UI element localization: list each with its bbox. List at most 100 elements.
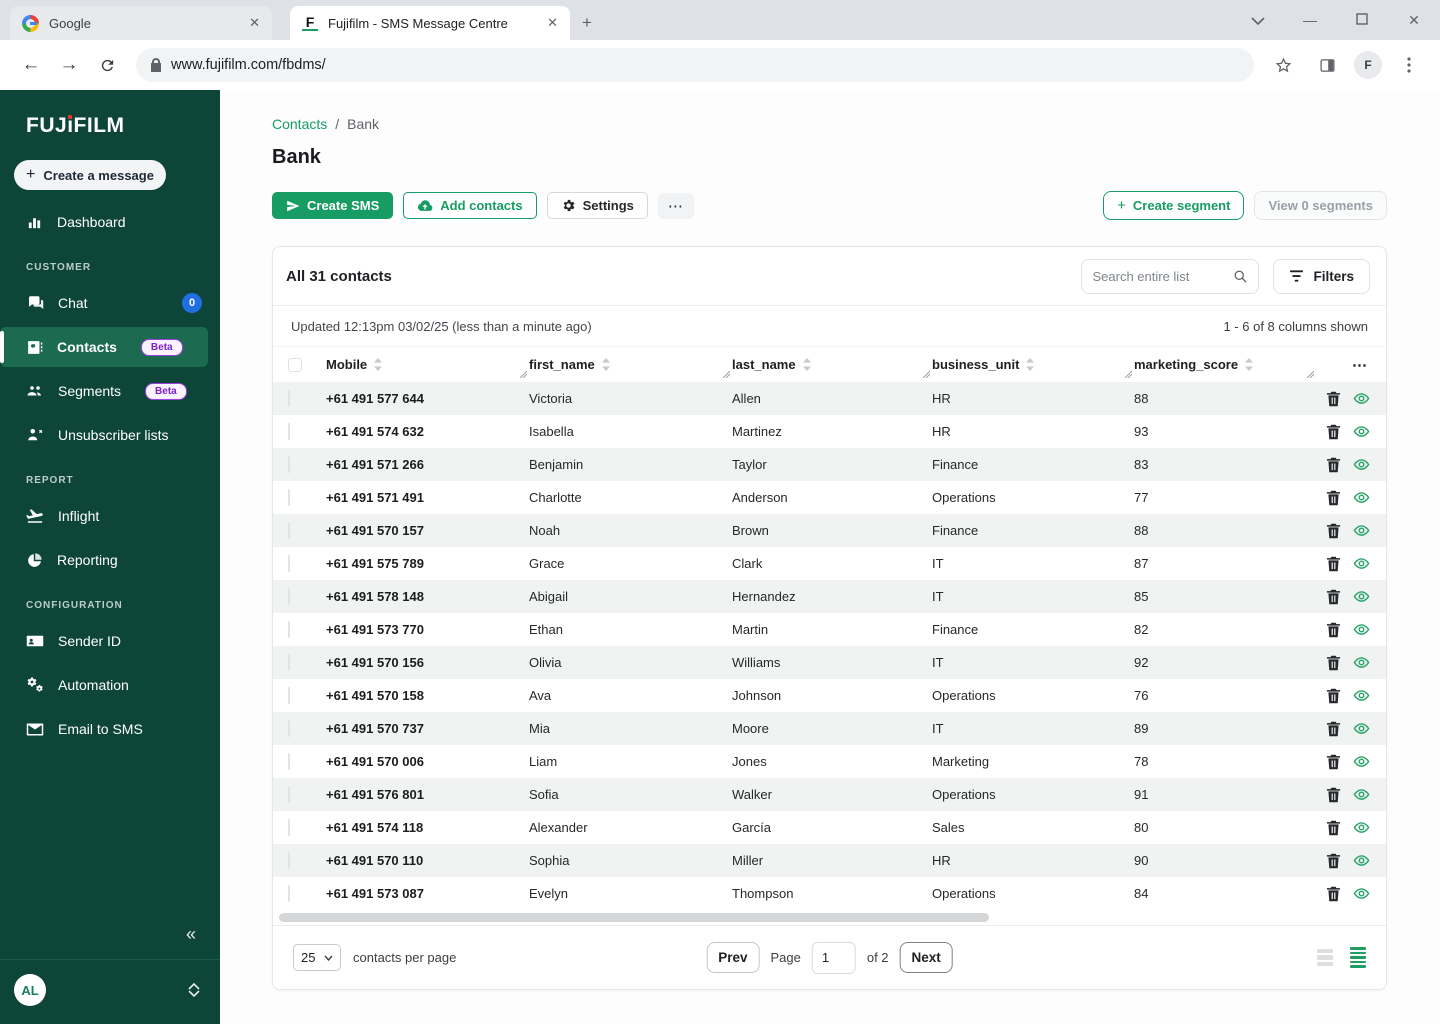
view-contact-button[interactable] bbox=[1353, 456, 1370, 473]
delete-contact-button[interactable] bbox=[1325, 885, 1342, 902]
view-contact-button[interactable] bbox=[1353, 753, 1370, 770]
view-contact-button[interactable] bbox=[1353, 852, 1370, 869]
row-checkbox[interactable] bbox=[288, 852, 290, 869]
page-number-input[interactable] bbox=[811, 941, 856, 974]
search-input[interactable] bbox=[1092, 268, 1228, 284]
browser-profile-avatar[interactable]: F bbox=[1354, 51, 1382, 79]
row-density-comfortable-button[interactable] bbox=[1317, 948, 1333, 967]
sidebar-item-segments[interactable]: Segments Beta bbox=[0, 371, 220, 411]
row-checkbox[interactable] bbox=[288, 753, 290, 770]
row-checkbox[interactable] bbox=[288, 654, 290, 671]
view-contact-button[interactable] bbox=[1353, 819, 1370, 836]
window-maximize-button[interactable] bbox=[1336, 12, 1388, 28]
sidebar-item-dashboard[interactable]: Dashboard bbox=[0, 202, 220, 242]
sort-icon[interactable] bbox=[1244, 358, 1254, 371]
view-contact-button[interactable] bbox=[1353, 654, 1370, 671]
sidebar-collapse-button[interactable]: « bbox=[0, 924, 220, 959]
column-resize-handle[interactable] bbox=[518, 366, 528, 381]
delete-contact-button[interactable] bbox=[1325, 654, 1342, 671]
sidebar-item-contacts[interactable]: Contacts Beta bbox=[0, 327, 208, 367]
view-contact-button[interactable] bbox=[1353, 423, 1370, 440]
row-checkbox[interactable] bbox=[288, 621, 290, 638]
window-close-button[interactable]: ✕ bbox=[1388, 12, 1440, 29]
sidebar-item-chat[interactable]: Chat 0 bbox=[0, 283, 220, 323]
sidebar-item-sender-id[interactable]: Sender ID bbox=[0, 621, 220, 661]
view-contact-button[interactable] bbox=[1353, 522, 1370, 539]
view-contact-button[interactable] bbox=[1353, 390, 1370, 407]
scrollbar-thumb[interactable] bbox=[279, 913, 990, 922]
bookmark-star-icon[interactable] bbox=[1266, 48, 1300, 82]
page-size-select[interactable]: 25 bbox=[293, 944, 341, 971]
delete-contact-button[interactable] bbox=[1325, 852, 1342, 869]
reload-button[interactable] bbox=[90, 48, 124, 82]
row-checkbox[interactable] bbox=[288, 819, 290, 836]
row-checkbox[interactable] bbox=[288, 786, 290, 803]
sort-icon[interactable] bbox=[373, 358, 383, 371]
window-minimize-button[interactable]: — bbox=[1284, 12, 1336, 28]
user-avatar[interactable]: AL bbox=[14, 974, 46, 1006]
create-segment-button[interactable]: + Create segment bbox=[1103, 191, 1245, 220]
row-checkbox[interactable] bbox=[288, 588, 290, 605]
search-icon[interactable] bbox=[1233, 269, 1248, 284]
create-sms-button[interactable]: Create SMS bbox=[272, 192, 394, 219]
prev-page-button[interactable]: Prev bbox=[706, 942, 760, 973]
row-checkbox[interactable] bbox=[288, 555, 290, 572]
column-resize-handle[interactable] bbox=[721, 366, 731, 381]
back-button[interactable]: ← bbox=[14, 48, 48, 82]
new-tab-button[interactable]: + bbox=[582, 13, 592, 33]
forward-button[interactable]: → bbox=[52, 48, 86, 82]
delete-contact-button[interactable] bbox=[1325, 456, 1342, 473]
tab-search-chevron-icon[interactable] bbox=[1232, 12, 1284, 28]
view-contact-button[interactable] bbox=[1353, 720, 1370, 737]
sort-icon[interactable] bbox=[802, 358, 812, 371]
row-checkbox[interactable] bbox=[288, 885, 290, 902]
sidebar-item-unsubscriber-lists[interactable]: Unsubscriber lists bbox=[0, 415, 220, 455]
row-checkbox[interactable] bbox=[288, 720, 290, 737]
delete-contact-button[interactable] bbox=[1325, 522, 1342, 539]
add-contacts-button[interactable]: Add contacts bbox=[403, 192, 537, 219]
browser-menu-icon[interactable] bbox=[1392, 48, 1426, 82]
sidebar-item-reporting[interactable]: Reporting bbox=[0, 540, 220, 580]
delete-contact-button[interactable] bbox=[1325, 621, 1342, 638]
sort-icon[interactable] bbox=[601, 358, 611, 371]
view-contact-button[interactable] bbox=[1353, 621, 1370, 638]
row-checkbox[interactable] bbox=[288, 522, 290, 539]
tab-google[interactable]: Google ✕ bbox=[10, 6, 272, 40]
sidebar-item-automation[interactable]: Automation bbox=[0, 665, 220, 705]
delete-contact-button[interactable] bbox=[1325, 786, 1342, 803]
view-segments-button[interactable]: View 0 segments bbox=[1254, 191, 1387, 220]
view-contact-button[interactable] bbox=[1353, 885, 1370, 902]
delete-contact-button[interactable] bbox=[1325, 390, 1342, 407]
next-page-button[interactable]: Next bbox=[899, 942, 953, 973]
row-checkbox[interactable] bbox=[288, 456, 290, 473]
delete-contact-button[interactable] bbox=[1325, 555, 1342, 572]
row-checkbox[interactable] bbox=[288, 390, 290, 407]
row-checkbox[interactable] bbox=[288, 687, 290, 704]
row-checkbox[interactable] bbox=[288, 489, 290, 506]
sidebar-item-inflight[interactable]: Inflight bbox=[0, 496, 220, 536]
more-actions-button[interactable]: ⋯ bbox=[657, 192, 694, 219]
view-contact-button[interactable] bbox=[1353, 687, 1370, 704]
view-contact-button[interactable] bbox=[1353, 489, 1370, 506]
tab-fujifilm[interactable]: F Fujifilm - SMS Message Centre ✕ bbox=[290, 6, 570, 40]
view-contact-button[interactable] bbox=[1353, 555, 1370, 572]
view-contact-button[interactable] bbox=[1353, 786, 1370, 803]
column-resize-handle[interactable] bbox=[1123, 366, 1133, 381]
column-options-button[interactable]: ⋯ bbox=[1316, 347, 1386, 382]
settings-button[interactable]: Settings bbox=[546, 192, 648, 219]
delete-contact-button[interactable] bbox=[1325, 588, 1342, 605]
delete-contact-button[interactable] bbox=[1325, 687, 1342, 704]
sort-icon[interactable] bbox=[1025, 358, 1035, 371]
tab-close-icon[interactable]: ✕ bbox=[249, 15, 260, 31]
sidebar-item-email-to-sms[interactable]: Email to SMS bbox=[0, 709, 220, 749]
column-resize-handle[interactable] bbox=[1305, 366, 1315, 381]
delete-contact-button[interactable] bbox=[1325, 423, 1342, 440]
side-panel-icon[interactable] bbox=[1310, 48, 1344, 82]
account-switcher-icon[interactable] bbox=[188, 983, 200, 997]
tab-close-icon[interactable]: ✕ bbox=[547, 15, 558, 31]
breadcrumb-contacts-link[interactable]: Contacts bbox=[272, 116, 327, 132]
delete-contact-button[interactable] bbox=[1325, 819, 1342, 836]
row-density-compact-button[interactable] bbox=[1350, 947, 1366, 968]
delete-contact-button[interactable] bbox=[1325, 753, 1342, 770]
view-contact-button[interactable] bbox=[1353, 588, 1370, 605]
